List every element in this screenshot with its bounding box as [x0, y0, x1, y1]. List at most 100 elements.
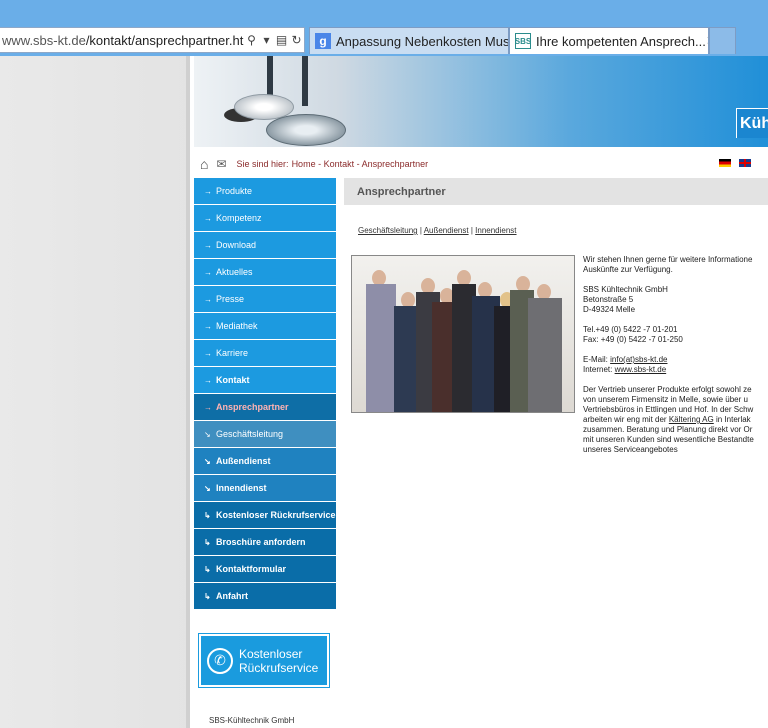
sidebar-item-kompetenz[interactable]: → Kompetenz — [194, 205, 336, 232]
sidebar-item-ansprechpartner[interactable]: → Ansprechpartner — [194, 394, 336, 421]
address-url-path: /kontakt/ansprechpartner.htm — [85, 32, 244, 48]
sidebar-item-broschuere[interactable]: ↳ Broschüre anfordern — [194, 529, 336, 556]
website-link[interactable]: www.sbs-kt.de — [615, 365, 667, 374]
header-banner-image: Kühlt — [194, 56, 768, 147]
company-name: SBS Kühltechnik GmbH — [583, 285, 668, 294]
sidebar-item-geschaeftsleitung[interactable]: ↘ Geschäftsleitung — [194, 421, 336, 448]
sidebar-item-aktuelles[interactable]: → Aktuelles — [194, 259, 336, 286]
sidebar-nav: → Produkte → Kompetenz → Download → Aktuelle… — [194, 178, 336, 610]
refresh-icon[interactable]: ↻ — [289, 33, 304, 47]
flag-en-icon[interactable] — [739, 159, 751, 167]
arrow-sub-icon: ↳ — [204, 591, 211, 601]
sidebar-item-label: Produkte — [216, 186, 253, 196]
kaeltering-link[interactable]: Kältering AG — [669, 415, 714, 424]
arrow-down-right-icon: ↘ — [204, 456, 211, 466]
body-line: von unserem Firmensitz in Melle, sowie ü… — [583, 395, 748, 404]
sidebar-item-innendienst[interactable]: ↘ Innendienst — [194, 475, 336, 502]
address-bar[interactable]: www.sbs-kt.de/kontakt/ansprechpartner.ht… — [0, 27, 305, 53]
compat-view-icon[interactable]: ▤ — [274, 33, 289, 47]
curling-stick — [267, 56, 273, 98]
tab-label: Anpassung Nebenkosten Must... — [336, 33, 509, 49]
intro-line: Auskünfte zur Verfügung. — [583, 265, 673, 274]
body-line: unseres Serviceangebotes — [583, 445, 678, 454]
dropdown-chevron-icon[interactable]: ▾ — [259, 33, 274, 47]
arrow-right-icon: → — [204, 375, 212, 385]
page-title: Ansprechpartner — [344, 178, 768, 205]
body-line: Vertriebsbüros in Ettlingen und Hof. In … — [583, 405, 754, 414]
separator: | — [470, 226, 473, 235]
tab-sbs-active[interactable]: SBS Ihre kompetenten Ansprech... ✕ — [509, 27, 709, 54]
sidebar-item-label: Kompetenz — [216, 213, 262, 223]
sidebar-item-label: Außendienst — [216, 456, 271, 466]
link-geschaeftsleitung[interactable]: Geschäftsleitung — [358, 226, 418, 235]
sidebar-item-label: Download — [216, 240, 257, 250]
body-line: mit unseren Kunden sind wesentliche Best… — [583, 435, 754, 444]
body-line: Der Vertrieb unserer Produkte erfolgt so… — [583, 385, 752, 394]
sidebar-item-label: Aktuelles — [216, 267, 253, 277]
sidebar-item-kontakt[interactable]: → Kontakt — [194, 367, 336, 394]
arrow-right-icon: → — [204, 321, 212, 331]
address-url[interactable]: www.sbs-kt.de/kontakt/ansprechpartner.ht… — [0, 33, 244, 48]
sidebar-item-label: Anfahrt — [216, 591, 248, 601]
arrow-right-icon: → — [204, 213, 212, 223]
sidebar-item-karriere[interactable]: → Karriere — [194, 340, 336, 367]
sidebar-item-label: Geschäftsleitung — [216, 429, 284, 439]
arrow-right-icon: → — [204, 267, 212, 277]
arrow-down-right-icon: ↘ — [204, 483, 211, 493]
email-label: E-Mail: — [583, 355, 608, 364]
arrow-sub-icon: ↳ — [204, 537, 211, 547]
arrow-right-icon: → — [204, 348, 212, 358]
rueckruf-line2: Rückrufservice — [239, 660, 319, 675]
body-line: arbeiten wir eng mit der — [583, 415, 667, 424]
mail-icon[interactable]: ✉ — [216, 157, 226, 171]
sidebar-item-label: Presse — [216, 294, 245, 304]
site-container: Kühlt ⌂ ✉ Sie sind hier: Home - Kontakt … — [186, 56, 768, 728]
breadcrumb[interactable]: Home - Kontakt - Ansprechpartner — [292, 159, 429, 169]
sidebar-item-download[interactable]: → Download — [194, 232, 336, 259]
sidebar-item-rueckrufservice[interactable]: ↳ Kostenloser Rückrufservice — [194, 502, 336, 529]
tab-label: Ihre kompetenten Ansprech... — [536, 33, 706, 49]
sidebar-item-label: Karriere — [216, 348, 249, 358]
sidebar-item-label: Broschüre anfordern — [216, 537, 306, 547]
street: Betonstraße 5 — [583, 295, 634, 304]
address-url-host: www.sbs-kt.de — [2, 32, 86, 48]
intro-line: Wir stehen Ihnen gerne für weitere Infor… — [583, 255, 753, 264]
link-aussendienst[interactable]: Außendienst — [424, 226, 469, 235]
section-links: Geschäftsleitung | Außendienst | Innendi… — [358, 226, 517, 235]
sidebar-item-kontaktformular[interactable]: ↳ Kontaktformular — [194, 556, 336, 583]
brand-box: Kühlt — [736, 108, 768, 138]
rueckruf-line1: Kostenloser — [239, 646, 303, 661]
contact-info: Wir stehen Ihnen gerne für weitere Infor… — [583, 255, 768, 465]
arrow-right-icon: → — [204, 240, 212, 250]
arrow-sub-icon: ↳ — [204, 564, 211, 574]
fax-number: Fax: +49 (0) 5422 -7 01-250 — [583, 335, 683, 344]
sidebar-item-aussendienst[interactable]: ↘ Außendienst — [194, 448, 336, 475]
arrow-right-icon: → — [204, 402, 212, 412]
team-photo — [351, 255, 575, 413]
email-link[interactable]: info(at)sbs-kt.de — [610, 355, 667, 364]
sidebar-item-produkte[interactable]: → Produkte — [194, 178, 336, 205]
separator: | — [419, 226, 422, 235]
arrow-right-icon: → — [204, 186, 212, 196]
home-icon[interactable]: ⌂ — [200, 156, 208, 172]
tab-anpassung[interactable]: g Anpassung Nebenkosten Must... — [309, 27, 509, 54]
search-icon[interactable]: ⚲ — [244, 33, 259, 47]
sidebar-item-label: Innendienst — [216, 483, 267, 493]
rueckruf-banner-button[interactable]: ✆ Kostenloser Rückrufservice — [198, 633, 330, 688]
sbs-favicon-icon: SBS — [515, 33, 531, 49]
phone-number: Tel.+49 (0) 5422 -7 01-201 — [583, 325, 678, 334]
breadcrumb-label: Sie sind hier: — [236, 159, 289, 169]
sidebar-item-label: Kontakt — [216, 375, 250, 385]
new-tab-button[interactable] — [709, 27, 736, 54]
link-innendienst[interactable]: Innendienst — [475, 226, 516, 235]
flag-de-icon[interactable] — [719, 159, 731, 167]
curling-stick — [302, 56, 308, 106]
phone-icon: ✆ — [207, 647, 233, 674]
sidebar-item-anfahrt[interactable]: ↳ Anfahrt — [194, 583, 336, 610]
sidebar-item-label: Mediathek — [216, 321, 258, 331]
curling-puck — [266, 114, 346, 146]
body-line: in Interlak — [715, 415, 751, 424]
sidebar-item-presse[interactable]: → Presse — [194, 286, 336, 313]
top-bar: ⌂ ✉ Sie sind hier: Home - Kontakt - Ansp… — [194, 153, 768, 175]
sidebar-item-mediathek[interactable]: → Mediathek — [194, 313, 336, 340]
